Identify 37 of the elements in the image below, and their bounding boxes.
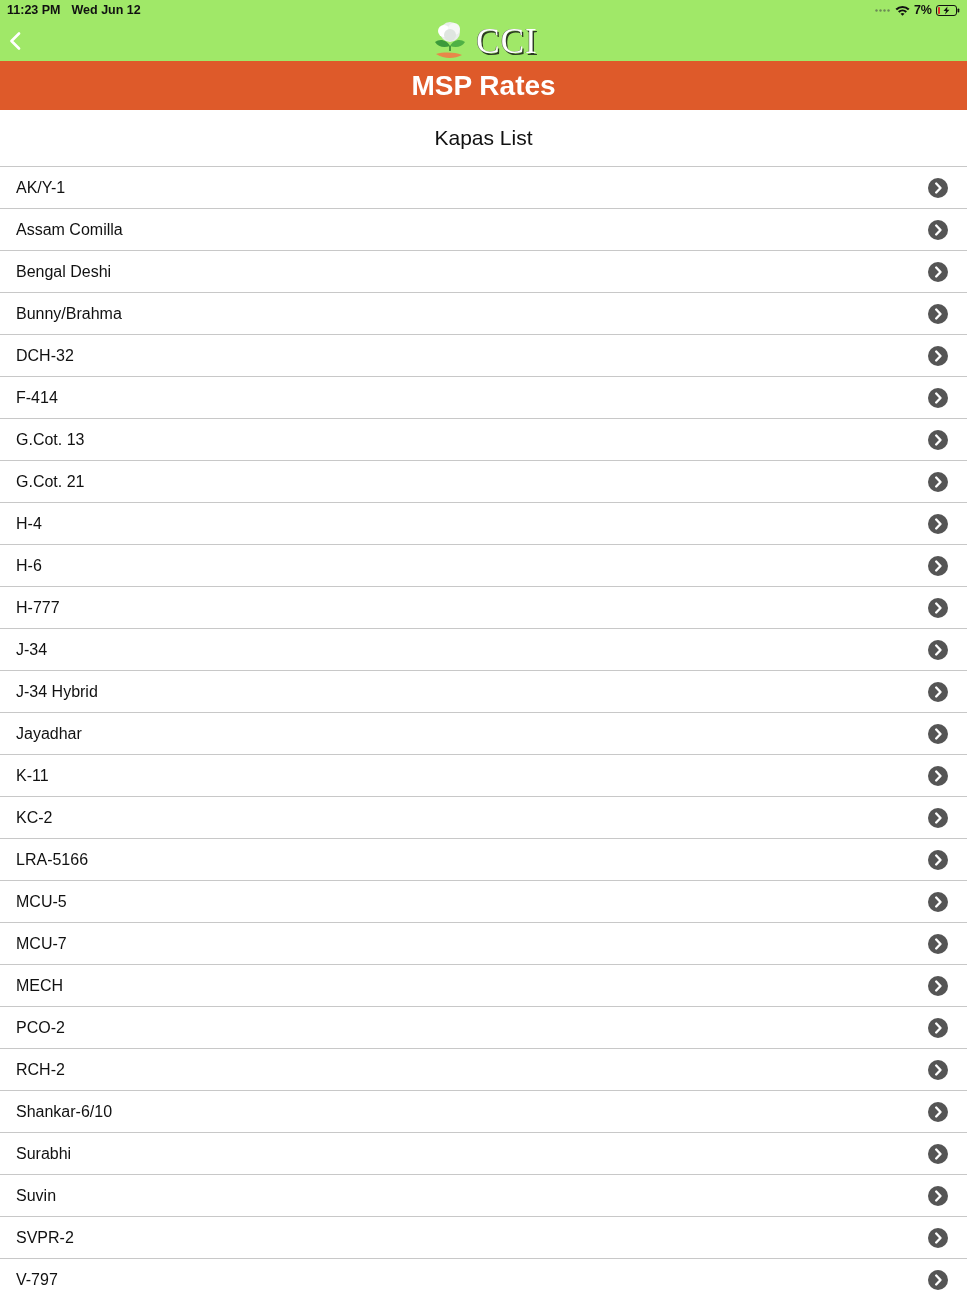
chevron-circle-icon xyxy=(928,723,948,744)
chevron-circle-icon xyxy=(928,177,948,198)
chevron-circle-icon xyxy=(928,807,948,828)
chevron-circle-icon xyxy=(928,219,948,240)
page-title: MSP Rates xyxy=(411,69,556,102)
signal-dots-icon xyxy=(874,8,891,12)
list-heading: Kapas List xyxy=(434,126,533,150)
status-date: Wed Jun 12 xyxy=(71,3,141,17)
chevron-circle-icon xyxy=(928,1017,948,1038)
chevron-circle-icon xyxy=(928,765,948,786)
chevron-circle-icon xyxy=(928,1269,948,1290)
chevron-circle-icon xyxy=(928,1227,948,1248)
chevron-circle-icon xyxy=(928,891,948,912)
chevron-circle-icon xyxy=(928,1185,948,1206)
battery-percent: 7% xyxy=(913,3,932,17)
chevron-circle-icon xyxy=(928,387,948,408)
battery-charging-icon xyxy=(936,4,960,16)
chevron-circle-icon xyxy=(928,933,948,954)
chevron-circle-icon xyxy=(928,429,948,450)
chevron-circle-icon xyxy=(928,1143,948,1164)
chevron-circle-icon xyxy=(928,1059,948,1080)
status-time: 11:23 PM xyxy=(7,3,61,17)
chevron-circle-icon xyxy=(928,471,948,492)
chevron-circle-icon xyxy=(928,597,948,618)
chevron-circle-icon xyxy=(928,849,948,870)
chevron-circle-icon xyxy=(928,261,948,282)
chevron-left-icon xyxy=(9,32,21,50)
chevron-circle-icon xyxy=(928,639,948,660)
chevron-circle-icon xyxy=(928,513,948,534)
chevron-circle-icon xyxy=(928,345,948,366)
chevron-circle-icon xyxy=(928,975,948,996)
chevron-circle-icon xyxy=(928,1101,948,1122)
chevron-circle-icon xyxy=(928,555,948,576)
chevron-circle-icon xyxy=(928,303,948,324)
chevron-circle-icon xyxy=(928,681,948,702)
wifi-icon xyxy=(894,4,910,16)
logo-text: CCI xyxy=(476,23,538,61)
